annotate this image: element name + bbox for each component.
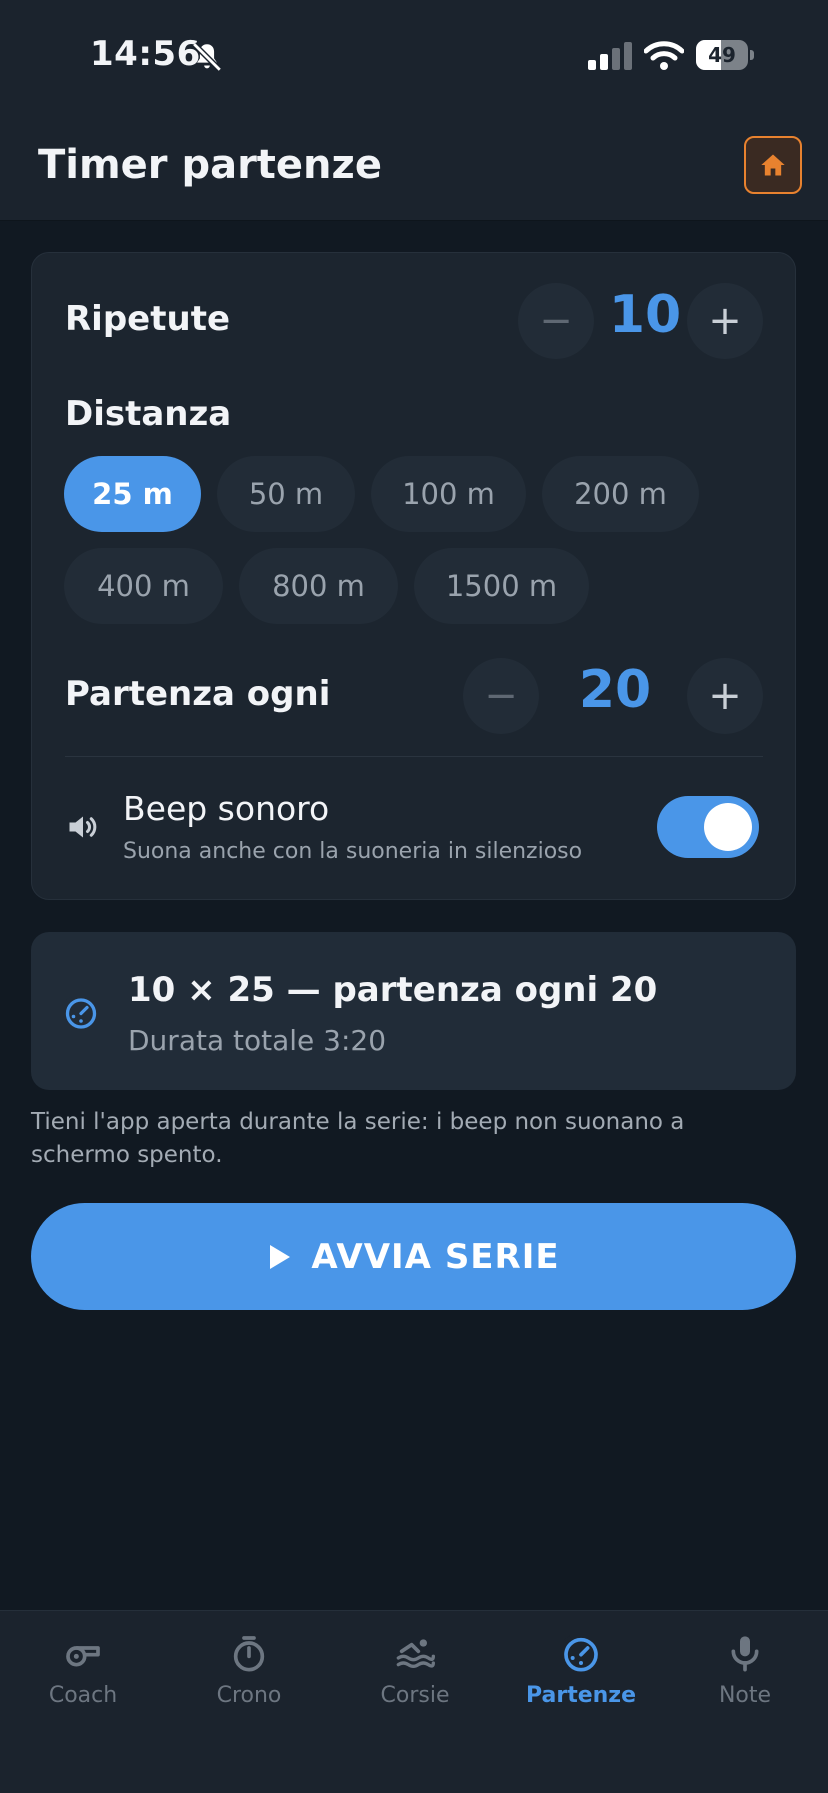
tab-label: Note	[718, 1683, 772, 1708]
whistle-icon	[66, 1646, 100, 1667]
timer-icon	[564, 1635, 598, 1672]
tab-partenze[interactable]: Partenze	[498, 1611, 664, 1741]
battery-percent: 49	[708, 43, 736, 67]
distance-chip-400[interactable]: 400 m	[64, 548, 223, 624]
summary-title: 10 × 25 — partenza ogni 20	[128, 970, 658, 1010]
reps-decrement-button[interactable]: −	[518, 283, 594, 359]
play-icon	[270, 1244, 291, 1269]
distance-chip-50[interactable]: 50 m	[217, 456, 355, 532]
battery-indicator: 49	[696, 40, 754, 70]
start-series-label: AVVIA SERIE	[311, 1236, 560, 1277]
app-header: Timer partenze	[0, 110, 828, 221]
status-bar: 14:56 49	[0, 0, 828, 110]
settings-card: Ripetute − 10 + Distanza 25 m 50 m 100 m…	[31, 252, 796, 900]
page-title: Timer partenze	[38, 142, 382, 188]
wifi-icon	[644, 41, 684, 70]
tab-label: Partenze	[525, 1683, 637, 1708]
beep-title: Beep sonoro	[123, 789, 330, 828]
timer-icon	[65, 996, 97, 1029]
reps-label: Ripetute	[65, 299, 231, 339]
divider	[65, 756, 763, 757]
distance-chip-1500[interactable]: 1500 m	[414, 548, 589, 624]
tab-coach[interactable]: Coach	[0, 1611, 166, 1741]
distance-label: Distanza	[65, 394, 232, 434]
tab-label: Corsie	[380, 1683, 450, 1708]
tab-bar: Coach Crono Corsie Partenze Note	[0, 1610, 828, 1793]
microphone-icon	[731, 1636, 759, 1672]
distance-chip-100[interactable]: 100 m	[371, 456, 526, 532]
cellular-signal-icon	[588, 42, 632, 70]
interval-increment-button[interactable]: +	[687, 658, 763, 734]
toggle-knob	[704, 803, 752, 851]
bell-muted-icon	[192, 42, 222, 72]
tab-crono[interactable]: Crono	[166, 1611, 332, 1741]
summary-duration: Durata totale 3:20	[128, 1024, 387, 1057]
tab-label: Coach	[48, 1683, 118, 1708]
summary-card: 10 × 25 — partenza ogni 20 Durata totale…	[31, 932, 796, 1090]
distance-chip-25[interactable]: 25 m	[64, 456, 201, 532]
home-button[interactable]	[744, 136, 802, 194]
reps-increment-button[interactable]: +	[687, 283, 763, 359]
stopwatch-icon	[233, 1636, 265, 1672]
speaker-icon	[69, 816, 97, 838]
tab-label: Crono	[216, 1683, 282, 1708]
tab-note[interactable]: Note	[662, 1611, 828, 1741]
beep-toggle[interactable]	[657, 796, 759, 858]
interval-decrement-button[interactable]: −	[463, 658, 539, 734]
distance-chip-800[interactable]: 800 m	[239, 548, 398, 624]
tab-corsie[interactable]: Corsie	[332, 1611, 498, 1741]
reps-value: 10	[608, 285, 682, 345]
interval-label: Partenza ogni	[65, 674, 331, 714]
beep-subtitle: Suona anche con la suoneria in silenzios…	[123, 839, 583, 864]
status-time: 14:56	[90, 34, 201, 74]
home-icon	[761, 154, 785, 176]
interval-value: 20	[578, 660, 652, 720]
start-series-button[interactable]: AVVIA SERIE	[31, 1203, 796, 1310]
swimmer-icon	[396, 1639, 435, 1668]
distance-chip-200[interactable]: 200 m	[542, 456, 699, 532]
keep-open-note: Tieni l'app aperta durante la serie: i b…	[31, 1109, 685, 1168]
